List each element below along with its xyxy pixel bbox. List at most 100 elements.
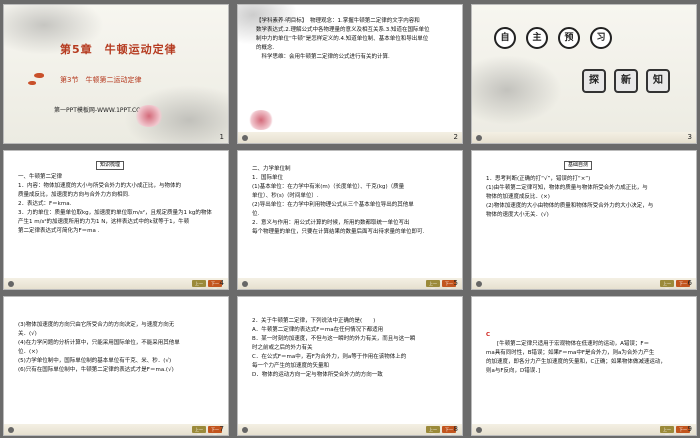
slide-1-thumbnail[interactable]: 第5章 牛顿运动定律 第3节 牛顿第二运动定律 第一PPT模板网-WWW.1PP… [3,4,229,144]
text-line: 科学思维：会用牛顿第二定律的公式进行有关的计算. [256,54,390,60]
logo-icon [476,281,482,287]
slide-number: 6 [687,279,692,287]
section-title: 第3节 牛顿第二运动定律 [60,76,142,84]
text-line: 时之前或之后的外力有关 [252,345,313,351]
slide-content: 一、牛顿第二定律 1．内容：物体加速度的大小与所受合外力的大小成正比，与物体的 … [18,173,224,236]
text-line: 物体的加速度成反比．(×) [486,194,550,200]
text-line: [牛顿第二定律只适用于宏观物体在低速时的运动，A错误；F＝ [486,341,650,347]
slide-footer [238,132,462,143]
slide-footer: 上一页 下一页 [238,278,462,289]
prev-page-button[interactable]: 上一页 [192,426,206,435]
seal-char: 习 [590,27,612,49]
slide-grid: 第5章 牛顿运动定律 第3节 牛顿第二运动定律 第一PPT模板网-WWW.1PP… [0,0,700,438]
text-line: 物体的速度大小无关．(√) [486,212,549,218]
chapter-title: 第5章 牛顿运动定律 [60,43,177,56]
text-line: 第二定律表达式可简化为F＝ma . [18,228,100,234]
slide-content: 1．思考判断(正确的打“√”，错误的打“×”) (1)由牛顿第二定律可知，物体的… [486,175,692,220]
seal-char: 新 [614,69,638,93]
logo-icon [8,281,14,287]
slide-number: 3 [687,133,692,141]
text-line: 二、力学单位制 [252,166,291,172]
prev-page-button[interactable]: 上一页 [660,426,674,435]
text-line: 位. [252,211,260,217]
text-line: 2．意义与作用：用公式计算的时候，所用的数都取统一单位写出 [252,220,410,226]
text-line: (5)力学单位制中，国际单位制的基本单位有千克、米、秒．(√) [18,358,172,364]
prev-page-button[interactable]: 上一页 [192,280,206,289]
slide-number: 5 [453,279,458,287]
text-line: 3．力的单位：质量单位取kg，加速度的单位取m/s²，且规定质量为1 kg的物体 [18,210,212,216]
lotus-icon [248,110,274,130]
prev-page-button[interactable]: 上一页 [426,426,440,435]
text-line: 1．思考判断(正确的打“√”，错误的打“×”) [486,176,591,182]
text-line: 每一个力产生的加速度的矢量和 [252,363,330,369]
text-line: 一、牛顿第二定律 [18,174,63,180]
slide-content: 二、力学单位制 1．国际单位 (1)基本单位：在力学中有米(m)（长度单位）、千… [252,165,458,237]
slide-content: (3)物体加速度的方向只由它所受合力的方向决定，与速度方向无 关．(√) (4)… [18,321,224,375]
slide-content: C [牛顿第二定律只适用于宏观物体在低速时的运动，A错误；F＝ ma具有同时性，… [486,331,692,376]
seal-char: 知 [646,69,670,93]
slide-content: 2．关于牛顿第二定律，下列说法中正确的是( ) A．牛顿第二定律的表达式F＝ma… [252,317,458,380]
slide-number: 1 [219,133,224,141]
slide-6-thumbnail[interactable]: 基础自测 1．思考判断(正确的打“√”，错误的打“×”) (1)由牛顿第二定律可… [471,150,697,290]
text-line: 质量成反比，加速度的方向与合外力方向相同. [18,192,130,198]
seal-char: 探 [582,69,606,93]
text-line: (1)由牛顿第二定律可知，物体的质量与物体所受合外力成正比，与 [486,185,648,191]
logo-icon [242,281,248,287]
text-line: A．牛顿第二定律的表达式F＝ma在任何情况下都适用 [252,327,384,333]
slide-9-thumbnail[interactable]: C [牛顿第二定律只适用于宏观物体在低速时的运动，A错误；F＝ ma具有同时性，… [471,296,697,436]
learning-goals: 【学科素养·明目标】 物理观念：1.掌握牛顿第二定律的文字内容和 数学表达式.2… [256,17,456,62]
logo-icon [242,135,248,141]
slide-8-thumbnail[interactable]: 2．关于牛顿第二定律，下列说法中正确的是( ) A．牛顿第二定律的表达式F＝ma… [237,296,463,436]
text-line: (3)物体加速度的方向只由它所受合力的方向决定，与速度方向无 [18,322,175,328]
slide-4-thumbnail[interactable]: 知识梳理 一、牛顿第二定律 1．内容：物体加速度的大小与所受合外力的大小成正比，… [3,150,229,290]
slide-3-thumbnail[interactable]: 自 主 预 习 探 新 知 3 [471,4,697,144]
slide-number: 4 [219,279,224,287]
slide-number: 8 [453,425,458,433]
slide-number: 2 [453,133,458,141]
slide-number: 9 [687,425,692,433]
slide-footer: 上一页 下一页 [238,424,462,435]
text-line: 产生1 m/s²的加速度所用的力为1 N，这样表达式中的k就等于1，牛顿 [18,219,190,225]
text-line: 的加速度，即各分力产生加速度的矢量和，C正确；如果物体做减速运动， [486,359,666,365]
fish-icon [28,81,36,85]
logo-icon [476,427,482,433]
text-line: 2．表达式：F＝kma. [18,201,72,207]
slide-footer: 上一页 下一页 [472,424,696,435]
text-line: (1)基本单位：在力学中有米(m)（长度单位）、千克(kg)（质量 [252,184,405,190]
text-line: 制中力的单位“牛顿”是怎样定义的.4.知道单位制、基本单位和导出单位 [256,36,429,42]
text-line: C．在公式F＝ma中，若F为合外力，则a等于作用在该物体上的 [252,354,407,360]
slide-footer: 上一页 下一页 [4,424,228,435]
text-line: 单位）、秒(s)（时间单位）. [252,193,319,199]
text-line: 每个物理量的单位，只要在计算结果的数量后面写出待求量的单位即可. [252,229,425,235]
logo-icon [476,135,482,141]
prev-page-button[interactable]: 上一页 [660,280,674,289]
text-line: (2)物体加速度的大小由物体的质量和物体所受合外力的大小决定，与 [486,203,654,209]
text-line: 则a与F反向，D错误．] [486,368,541,374]
text-line: 2．关于牛顿第二定律，下列说法中正确的是( ) [252,318,376,324]
section-label: 知识梳理 [96,161,125,170]
text-line: 关．(√) [18,331,37,337]
lotus-icon [134,105,164,127]
text-line: (2)导出单位：在力学中利用物理公式从三个基本单位导出的其他单 [252,202,414,208]
seal-char: 主 [526,27,548,49]
text-line: 的概念. [256,45,275,51]
slide-5-thumbnail[interactable]: 二、力学单位制 1．国际单位 (1)基本单位：在力学中有米(m)（长度单位）、千… [237,150,463,290]
text-line: 数学表达式.2.理解公式中各物理量的意义及相互关系.3.知道在国际单位 [256,27,430,33]
logo-icon [242,427,248,433]
text-line: 1．内容：物体加速度的大小与所受合外力的大小成正比，与物体的 [18,183,182,189]
slide-2-thumbnail[interactable]: 【学科素养·明目标】 物理观念：1.掌握牛顿第二定律的文字内容和 数学表达式.2… [237,4,463,144]
logo-icon [8,427,14,433]
section-label: 基础自测 [564,161,593,170]
text-line: D．物体的运动方向一定与物体所受合外力的方向一致 [252,372,383,378]
slide-footer: 上一页 下一页 [4,278,228,289]
seal-char: 预 [558,27,580,49]
text-line: (6)只有在国际单位制中，牛顿第二定律的表达式才是F＝ma.(√) [18,367,174,373]
text-line: 1．国际单位 [252,175,283,181]
text-line: 位．(×) [18,349,38,355]
text-line: (4)在力学问题的分析计算中，只能采用国际单位，不能采用其他单 [18,340,180,346]
prev-page-button[interactable]: 上一页 [426,280,440,289]
text-line: ma具有同时性，B错误；如果F＝ma中F是合外力，则a为合外力产生 [486,350,655,356]
text-line: 【学科素养·明目标】 物理观念：1.掌握牛顿第二定律的文字内容和 [256,18,420,24]
slide-7-thumbnail[interactable]: (3)物体加速度的方向只由它所受合力的方向决定，与速度方向无 关．(√) (4)… [3,296,229,436]
slide-number: 7 [219,425,224,433]
